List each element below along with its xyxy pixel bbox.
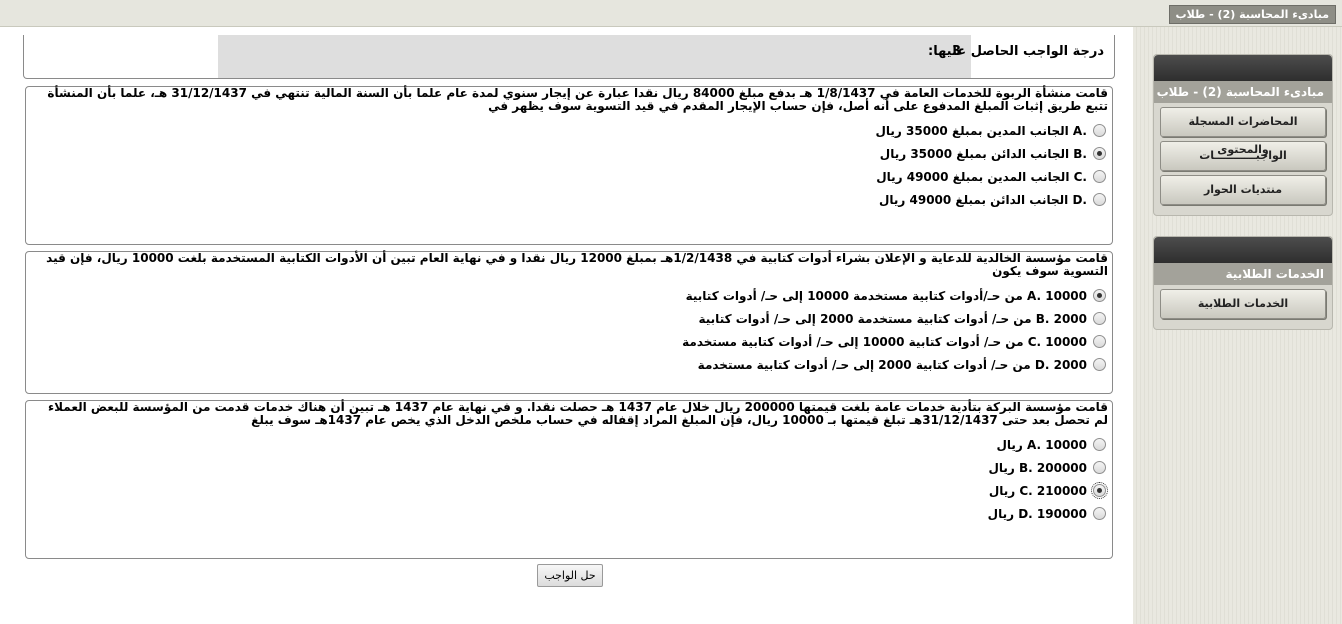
option-letter: A. 10000 <box>1027 288 1087 303</box>
option-letter: D. <box>1072 192 1087 207</box>
sidebar-item-assignments[interactable]: الواجبـــــــــــات <box>1160 141 1326 171</box>
question-2: قامت مؤسسة الخالدية للدعاية و الإعلان بش… <box>25 251 1113 394</box>
panel-header <box>1154 237 1332 263</box>
question-1-text: قامت منشأة الربوة للخدمات العامة في 1/8/… <box>47 86 1108 113</box>
grade-value-cell: 3 <box>218 35 971 78</box>
option-1a[interactable]: A. الجانب المدين بمبلغ 35000 ريال <box>26 119 1112 142</box>
option-text: الجانب المدين بمبلغ 49000 ريال <box>876 169 1070 184</box>
option-letter: B. 200000 <box>1019 460 1087 475</box>
submit-button[interactable]: حل الواجب <box>537 564 603 587</box>
option-letter: D. 2000 <box>1034 357 1087 372</box>
option-1d[interactable]: D. الجانب الدائن بمبلغ 49000 ريال <box>26 188 1112 211</box>
question-3-text: قامت مؤسسة البركة بتأدية خدمات عامة بلغت… <box>48 400 1108 427</box>
option-text: الجانب الدائن بمبلغ 49000 ريال <box>878 192 1069 207</box>
services-panel: الخدمات الطلابية الخدمات الطلابية <box>1153 236 1333 330</box>
panel-header <box>1154 55 1332 81</box>
option-letter: C. 210000 <box>1019 483 1087 498</box>
option-text: ريال <box>988 460 1015 475</box>
option-2d[interactable]: D. 2000 من حـ/ أدوات كتابية 2000 إلى حـ/… <box>26 353 1112 376</box>
question-1-options: A. الجانب المدين بمبلغ 35000 ريال B. الج… <box>26 119 1112 211</box>
option-letter: C. 10000 <box>1027 334 1087 349</box>
radio-2a[interactable] <box>1093 289 1106 302</box>
services-panel-title: الخدمات الطلابية <box>1154 263 1332 285</box>
radio-1b[interactable] <box>1093 147 1106 160</box>
question-2-options: A. 10000 من حـ/أدوات كتابية مستخدمة 1000… <box>26 284 1112 376</box>
option-text: ريال <box>996 437 1023 452</box>
option-text: من حـ/ أدوات كتابية مستخدمة 2000 إلى حـ/… <box>698 311 1032 326</box>
option-text: من حـ/ أدوات كتابية 10000 إلى حـ/ أدوات … <box>682 334 1024 349</box>
grade-label: درجة الواجب الحاصل عليها: <box>928 44 1104 59</box>
option-text: من حـ/أدوات كتابية مستخدمة 10000 إلى حـ/… <box>685 288 1023 303</box>
top-bar: مبادىء المحاسبة (2) - طلاب <box>0 0 1342 27</box>
option-1c[interactable]: C. الجانب المدين بمبلغ 49000 ريال <box>26 165 1112 188</box>
radio-2c[interactable] <box>1093 335 1106 348</box>
option-2b[interactable]: B. 2000 من حـ/ أدوات كتابية مستخدمة 2000… <box>26 307 1112 330</box>
option-1b[interactable]: B. الجانب الدائن بمبلغ 35000 ريال <box>26 142 1112 165</box>
option-3a[interactable]: A. 10000 ريال <box>26 433 1112 456</box>
sidebar-item-lectures[interactable]: المحاضرات المسجلة والمحتوى <box>1160 107 1326 156</box>
radio-2b[interactable] <box>1093 312 1106 325</box>
option-3d[interactable]: D. 190000 ريال <box>26 502 1112 525</box>
course-tab[interactable]: مبادىء المحاسبة (2) - طلاب <box>1168 5 1336 24</box>
radio-1c[interactable] <box>1093 170 1106 183</box>
radio-3c[interactable] <box>1091 482 1108 499</box>
radio-2d[interactable] <box>1093 358 1106 371</box>
option-letter: A. 10000 <box>1027 437 1087 452</box>
course-panel-title[interactable]: مبادىء المحاسبة (2) - طلاب <box>1154 81 1332 103</box>
option-letter: B. <box>1073 146 1087 161</box>
radio-3d[interactable] <box>1093 507 1106 520</box>
radio-3b[interactable] <box>1093 461 1106 474</box>
option-2c[interactable]: C. 10000 من حـ/ أدوات كتابية 10000 إلى ح… <box>26 330 1112 353</box>
option-2a[interactable]: A. 10000 من حـ/أدوات كتابية مستخدمة 1000… <box>26 284 1112 307</box>
option-letter: C. <box>1073 169 1087 184</box>
sidebar-item-forums[interactable]: منتديات الحوار <box>1160 175 1326 205</box>
question-1: قامت منشأة الربوة للخدمات العامة في 1/8/… <box>25 86 1113 245</box>
course-panel: مبادىء المحاسبة (2) - طلاب المحاضرات الم… <box>1153 54 1333 216</box>
option-letter: B. 2000 <box>1035 311 1087 326</box>
option-letter: D. 190000 <box>1018 506 1087 521</box>
option-text: الجانب الدائن بمبلغ 35000 ريال <box>879 146 1070 161</box>
question-3-options: A. 10000 ريال B. 200000 ريال C. 210000 ر… <box>26 433 1112 525</box>
sidebar-item-student-services[interactable]: الخدمات الطلابية <box>1160 289 1326 319</box>
grade-box: 3 درجة الواجب الحاصل عليها: <box>23 35 1115 79</box>
option-letter: A. <box>1072 123 1087 138</box>
question-3: قامت مؤسسة البركة بتأدية خدمات عامة بلغت… <box>25 400 1113 559</box>
option-text: ريال <box>987 506 1015 521</box>
radio-1a[interactable] <box>1093 124 1106 137</box>
option-3c[interactable]: C. 210000 ريال <box>26 479 1112 502</box>
option-3b[interactable]: B. 200000 ريال <box>26 456 1112 479</box>
option-text: الجانب المدين بمبلغ 35000 ريال <box>875 123 1069 138</box>
option-text: ريال <box>988 483 1016 498</box>
radio-3a[interactable] <box>1093 438 1106 451</box>
radio-1d[interactable] <box>1093 193 1106 206</box>
question-2-text: قامت مؤسسة الخالدية للدعاية و الإعلان بش… <box>46 251 1108 278</box>
option-text: من حـ/ أدوات كتابية 2000 إلى حـ/ أدوات ك… <box>697 357 1031 372</box>
